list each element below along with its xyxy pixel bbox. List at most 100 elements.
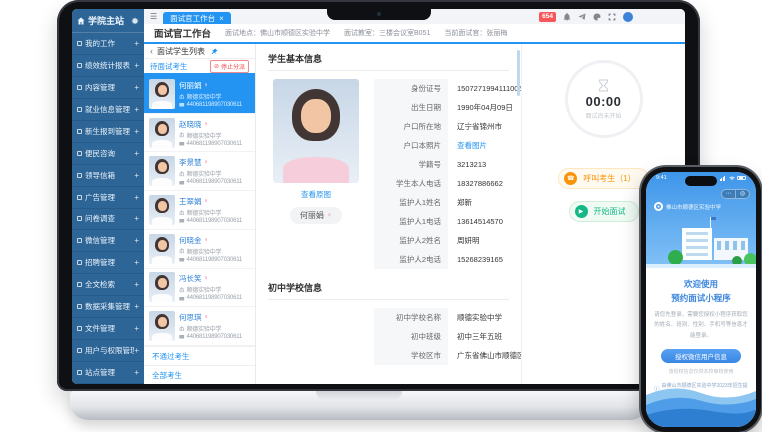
sidebar-item-employment[interactable]: 就业信息管理+ bbox=[72, 99, 144, 121]
sidebar-item-label: 全文检索 bbox=[85, 279, 134, 290]
menu-icon bbox=[77, 63, 82, 68]
sidebar-item-survey[interactable]: 问卷调查+ bbox=[72, 209, 144, 231]
stop-dispatch-button[interactable]: ⊘ 停止分派 bbox=[210, 60, 249, 73]
sidebar-item-ads[interactable]: 广告管理+ bbox=[72, 187, 144, 209]
sidebar-header[interactable]: 学院主站 bbox=[72, 9, 144, 33]
expand-plus-icon[interactable]: + bbox=[134, 236, 139, 245]
expand-plus-icon[interactable]: + bbox=[134, 302, 139, 311]
candidate-card[interactable]: 王翠娟♀ 顺德实验中学 440681198907030611 bbox=[144, 191, 255, 230]
expand-plus-icon[interactable]: + bbox=[134, 368, 139, 377]
id-card-icon bbox=[179, 102, 185, 108]
sidebar-item-label: 问卷调查 bbox=[85, 213, 134, 224]
expand-plus-icon[interactable]: + bbox=[134, 171, 139, 180]
sidebar-item-content-mgmt[interactable]: 内容管理+ bbox=[72, 77, 144, 99]
expand-plus-icon[interactable]: + bbox=[134, 39, 139, 48]
expand-plus-icon[interactable]: + bbox=[134, 105, 139, 114]
view-original-link[interactable]: 查看原图 bbox=[301, 189, 331, 200]
wechat-auth-button[interactable]: 授权微信用户信息 bbox=[661, 349, 741, 363]
all-candidates-link[interactable]: 全部考生 bbox=[144, 365, 255, 384]
expand-plus-icon[interactable]: + bbox=[134, 258, 139, 267]
failed-candidates-link[interactable]: 不通过考生 bbox=[144, 346, 255, 365]
sidebar-item-data-collect[interactable]: 数据采集管理+ bbox=[72, 296, 144, 318]
menu-icon bbox=[77, 326, 82, 331]
field-row: 初中班级初中三年五班 bbox=[374, 327, 509, 346]
expand-plus-icon[interactable]: + bbox=[134, 280, 139, 289]
sidebar-item-my-work[interactable]: 我的工作+ bbox=[72, 33, 144, 55]
female-icon: ♀ bbox=[204, 275, 209, 282]
expand-plus-icon[interactable]: + bbox=[134, 83, 139, 92]
sidebar-item-search[interactable]: 全文检索+ bbox=[72, 274, 144, 296]
phone-mockup: 9:41 ⋯ ◎ 佛山市顺德区实验中学 bbox=[641, 167, 761, 432]
student-name-pill: 何丽娟 ♀ bbox=[290, 207, 342, 224]
school-icon bbox=[179, 210, 185, 216]
timer-caption: 面试尚未开始 bbox=[585, 111, 621, 120]
view-image-link[interactable]: 查看图片 bbox=[448, 136, 487, 155]
sidebar-item-label: 站点管理 bbox=[85, 367, 134, 378]
sidebar-item-label: 绩效统计报表 bbox=[85, 60, 134, 71]
exit-icon[interactable]: ◎ bbox=[735, 190, 749, 198]
sidebar-item-label: 新生报到管理 bbox=[85, 126, 134, 137]
candidate-card[interactable]: 何思琪♀ 顺德实验中学 440681198907030611 bbox=[144, 307, 255, 346]
wave-decoration bbox=[646, 373, 756, 427]
sidebar-item-label: 招聘管理 bbox=[85, 257, 134, 268]
candidate-card[interactable]: 何晓金♀ 顺德实验中学 440681198907030611 bbox=[144, 230, 255, 269]
call-candidate-button[interactable]: ☎ 呼叫考生（1） bbox=[558, 168, 648, 189]
list-title: 面试学生列表 bbox=[157, 46, 205, 57]
id-card-icon bbox=[179, 141, 185, 147]
candidate-card[interactable]: 李景慧♀ 顺德实验中学 440681198907030611 bbox=[144, 152, 255, 191]
sidebar: 学院主站 我的工作+ 绩效统计报表+ 内容管理+ 就业信息管理+ 新生报到管理+… bbox=[72, 9, 144, 384]
sidebar-item-wechat[interactable]: 微信管理+ bbox=[72, 230, 144, 252]
sidebar-item-users-perms[interactable]: 用户与权限管理+ bbox=[72, 340, 144, 362]
sidebar-item-recruit[interactable]: 招聘管理+ bbox=[72, 252, 144, 274]
basic-info-fields: 身份证号150727199411100538 出生日期1990年04月09日 户… bbox=[374, 79, 509, 269]
expand-plus-icon[interactable]: + bbox=[134, 193, 139, 202]
sidebar-item-site-mgmt[interactable]: 站点管理+ bbox=[72, 362, 144, 384]
user-avatar[interactable] bbox=[623, 12, 633, 22]
field-row: 身份证号150727199411100538 bbox=[374, 79, 509, 98]
theme-palette-icon[interactable] bbox=[593, 13, 601, 21]
pin-icon[interactable] bbox=[211, 48, 218, 55]
bell-icon[interactable] bbox=[563, 13, 571, 21]
expand-plus-icon[interactable]: + bbox=[134, 214, 139, 223]
school-building-illustration bbox=[660, 222, 752, 268]
school-icon bbox=[179, 248, 185, 254]
field-row: 监护人2姓名周妍明 bbox=[374, 231, 509, 250]
field-row: 初中学校名称顺德实验中学 bbox=[374, 308, 509, 327]
sidebar-item-kpi-reports[interactable]: 绩效统计报表+ bbox=[72, 55, 144, 77]
sidebar-item-enrollment[interactable]: 新生报到管理+ bbox=[72, 121, 144, 143]
login-description: 请您先登录，需要您授权小程序获取您的姓名、班别、性别、手机号等信息才能登录。 bbox=[654, 310, 748, 341]
menu-icon bbox=[77, 370, 82, 375]
sidebar-item-mailbox[interactable]: 领导信箱+ bbox=[72, 165, 144, 187]
candidate-photo bbox=[149, 156, 175, 186]
collapse-menu-icon[interactable]: ☰ bbox=[150, 13, 157, 21]
expand-plus-icon[interactable]: + bbox=[134, 127, 139, 136]
school-logo-row: 佛山市顺德区实验中学 bbox=[654, 202, 721, 211]
close-icon[interactable]: × bbox=[219, 14, 224, 23]
gear-icon[interactable] bbox=[131, 17, 139, 25]
candidate-card[interactable]: 赵晓晓♀ 顺德实验中学 440681198907030611 bbox=[144, 114, 255, 153]
scrollbar[interactable] bbox=[517, 50, 520, 96]
back-icon[interactable]: ‹ bbox=[150, 47, 153, 56]
expand-plus-icon[interactable]: + bbox=[134, 346, 139, 355]
field-row: 监护人1电话13614514570 bbox=[374, 212, 509, 231]
expand-plus-icon[interactable]: + bbox=[134, 149, 139, 158]
field-row: 学生本人电话18327886662 bbox=[374, 174, 509, 193]
field-row: 监护人1姓名郑新 bbox=[374, 193, 509, 212]
miniapp-capsule[interactable]: ⋯ ◎ bbox=[721, 189, 750, 199]
tab-interviewer-workbench[interactable]: 面试官工作台 × bbox=[163, 12, 231, 24]
more-icon[interactable]: ⋯ bbox=[722, 190, 735, 198]
sidebar-item-files[interactable]: 文件管理+ bbox=[72, 318, 144, 340]
notification-badge: 654 bbox=[539, 12, 556, 22]
sidebar-item-consult[interactable]: 便民咨询+ bbox=[72, 143, 144, 165]
send-icon[interactable] bbox=[578, 13, 586, 21]
fullscreen-icon[interactable] bbox=[608, 13, 616, 21]
expand-plus-icon[interactable]: + bbox=[134, 61, 139, 70]
start-interview-button[interactable]: ▶ 开始面试 bbox=[569, 201, 639, 222]
menu-icon bbox=[77, 238, 82, 243]
school-icon bbox=[179, 287, 185, 293]
expand-plus-icon[interactable]: + bbox=[134, 324, 139, 333]
candidate-card[interactable]: 何丽娟♀ 顺德实验中学 440681198907030611 bbox=[144, 75, 255, 114]
menu-icon bbox=[77, 282, 82, 287]
candidate-card[interactable]: 冯长笑♀ 顺德实验中学 440681198907030611 bbox=[144, 269, 255, 308]
site-title: 学院主站 bbox=[88, 14, 124, 27]
